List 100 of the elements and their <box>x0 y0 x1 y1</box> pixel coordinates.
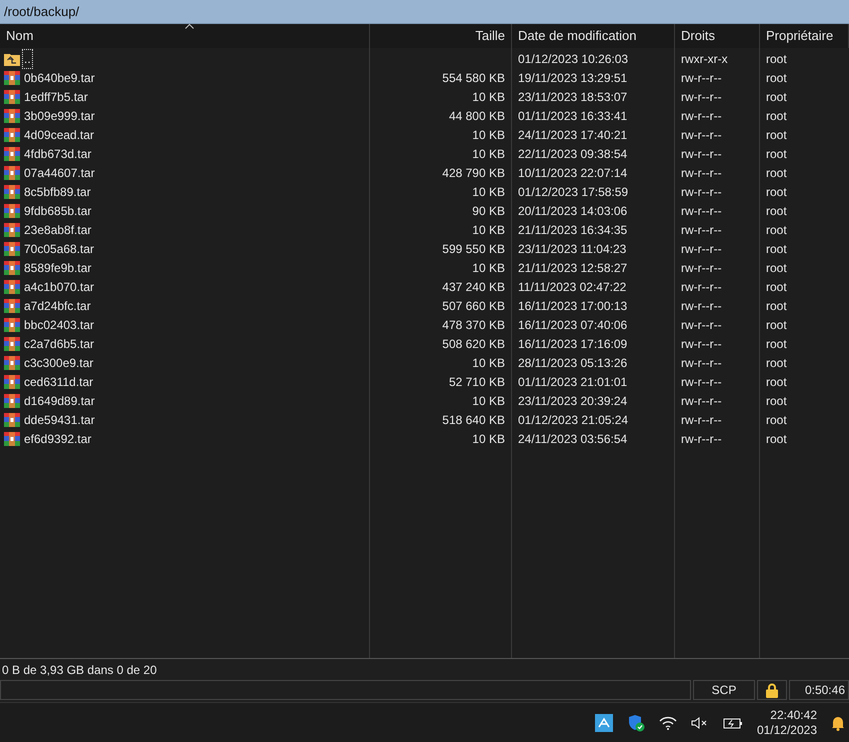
table-cell-text: root <box>766 202 787 220</box>
archive-icon <box>4 70 20 86</box>
file-name[interactable]: bbc02403.tar <box>23 316 96 334</box>
file-name[interactable]: 0b640be9.tar <box>23 68 96 86</box>
archive-icon <box>4 260 20 276</box>
table-cell-text: 518 640 KB <box>442 412 505 428</box>
table-cell-text: 01/12/2023 17:58:59 <box>518 184 628 200</box>
table-cell-text: root <box>766 222 787 238</box>
file-name[interactable]: ef6d9392.tar <box>23 430 92 448</box>
archive-icon <box>4 88 20 104</box>
archive-icon <box>4 430 20 446</box>
file-name[interactable]: a4c1b070.tar <box>23 278 96 296</box>
clock-time[interactable]: 22:40:42 <box>770 708 817 722</box>
table-cell-text: root <box>766 392 787 410</box>
table-cell-text: 508 620 KB <box>442 336 505 352</box>
archive-icon <box>4 222 20 238</box>
archive-icon <box>4 202 20 218</box>
table-cell-text: rw-r--r-- <box>681 430 722 448</box>
padlock-icon <box>766 682 778 698</box>
table-cell-text: root <box>766 316 787 334</box>
file-name[interactable]: c2a7d6b5.tar <box>23 334 96 352</box>
table-cell-text: 10 KB <box>472 354 505 372</box>
table-cell-text: 10/11/2023 22:07:14 <box>518 164 628 182</box>
table-cell-text: 11/11/2023 02:47:22 <box>518 278 626 296</box>
table-cell-text: 24/11/2023 17:40:21 <box>518 126 628 144</box>
file-name[interactable]: c3c300e9.tar <box>23 354 94 372</box>
table-cell-text: rw-r--r-- <box>681 374 722 390</box>
clock-date[interactable]: 01/12/2023 <box>756 722 817 738</box>
table-cell-text: root <box>766 50 787 68</box>
file-name[interactable]: a7d24bfc.tar <box>23 296 92 314</box>
archive-icon <box>4 392 20 408</box>
table-cell-text: 428 790 KB <box>442 164 505 182</box>
table-cell-text: 10 KB <box>472 392 505 410</box>
table-cell-text: 478 370 KB <box>442 316 505 334</box>
archive-icon <box>4 374 20 390</box>
column-header[interactable]: Propriétaire <box>760 24 849 48</box>
table-cell-text: 16/11/2023 17:16:09 <box>518 336 628 352</box>
table-cell-text: 20/11/2023 14:03:06 <box>518 202 628 220</box>
file-name[interactable]: d1649d89.tar <box>23 392 96 410</box>
table-cell-text: 507 660 KB <box>442 298 505 314</box>
table-cell-text: rw-r--r-- <box>681 240 722 258</box>
table-cell-text: 22/11/2023 09:38:54 <box>518 146 628 162</box>
column-header[interactable]: Taille <box>370 24 512 48</box>
file-name[interactable]: 70c05a68.tar <box>23 240 96 258</box>
archive-icon <box>4 184 20 200</box>
shield-icon[interactable] <box>626 714 645 732</box>
table-cell-text: 21/11/2023 12:58:27 <box>518 260 628 276</box>
table-cell-text: root <box>766 278 787 296</box>
table-cell-text: root <box>766 430 787 448</box>
table-cell-text: 01/11/2023 21:01:01 <box>518 374 628 390</box>
table-cell-text: root <box>766 108 787 124</box>
column-header[interactable]: Droits <box>675 24 760 48</box>
table-cell-text: rw-r--r-- <box>681 392 722 410</box>
file-name[interactable]: 9fdb685b.tar <box>23 202 92 220</box>
table-cell-text: rw-r--r-- <box>681 202 722 220</box>
table-cell-text: rw-r--r-- <box>681 88 722 106</box>
archive-icon <box>4 126 20 142</box>
table-cell-text: 10 KB <box>472 184 505 200</box>
table-cell-text: root <box>766 374 787 390</box>
table-cell-text: rw-r--r-- <box>681 126 722 144</box>
table-cell-text: 16/11/2023 07:40:06 <box>518 316 628 334</box>
file-name[interactable]: ced6311d.tar <box>23 372 94 390</box>
tray-app-icon[interactable] <box>594 714 613 732</box>
table-cell-text: rw-r--r-- <box>681 146 722 162</box>
table-cell-text: 23/11/2023 11:04:23 <box>518 240 626 258</box>
file-name[interactable]: 8c5bfb89.tar <box>23 182 92 200</box>
table-cell-text: root <box>766 88 787 106</box>
file-name[interactable]: 07a44607.tar <box>23 164 96 182</box>
file-name[interactable]: 4fdb673d.tar <box>23 144 92 162</box>
path-bar[interactable]: /root/backup/ <box>0 0 849 24</box>
table-cell-text: 554 580 KB <box>442 70 505 86</box>
archive-icon <box>4 316 20 332</box>
muted-speaker-icon[interactable] <box>690 716 709 730</box>
bell-icon[interactable] <box>831 714 845 730</box>
archive-icon <box>4 164 20 180</box>
table-cell-text: 28/11/2023 05:13:26 <box>518 354 628 372</box>
file-name[interactable]: 8589fe9b.tar <box>23 258 92 276</box>
status-text: 0 B de 3,93 GB dans 0 de 20 <box>2 662 157 678</box>
file-name[interactable]: .. <box>23 50 32 68</box>
table-cell-text: 10 KB <box>472 430 505 448</box>
file-name[interactable]: dde59431.tar <box>23 410 96 428</box>
file-name[interactable]: 3b09e999.tar <box>23 106 96 124</box>
archive-icon <box>4 354 20 370</box>
archive-icon <box>4 336 20 352</box>
table-cell-text: 10 KB <box>472 260 505 276</box>
table-cell-text: 23/11/2023 20:39:24 <box>518 392 628 410</box>
table-cell-text: rw-r--r-- <box>681 260 722 276</box>
archive-icon <box>4 108 20 124</box>
protocol-label: SCP <box>693 680 755 700</box>
table-cell-text: 44 800 KB <box>448 108 505 124</box>
file-name[interactable]: 4d09cead.tar <box>23 126 96 144</box>
column-header[interactable]: Nom <box>0 24 370 48</box>
file-name[interactable]: 1edff7b5.tar <box>23 88 89 106</box>
column-header[interactable]: Date de modification <box>512 24 675 48</box>
file-name[interactable]: 23e8ab8f.tar <box>23 220 92 238</box>
table-cell-text: rw-r--r-- <box>681 108 722 124</box>
wifi-icon[interactable] <box>658 716 677 730</box>
table-cell-text: root <box>766 412 787 428</box>
battery-icon[interactable] <box>722 716 743 730</box>
table-cell-text: rw-r--r-- <box>681 412 722 428</box>
